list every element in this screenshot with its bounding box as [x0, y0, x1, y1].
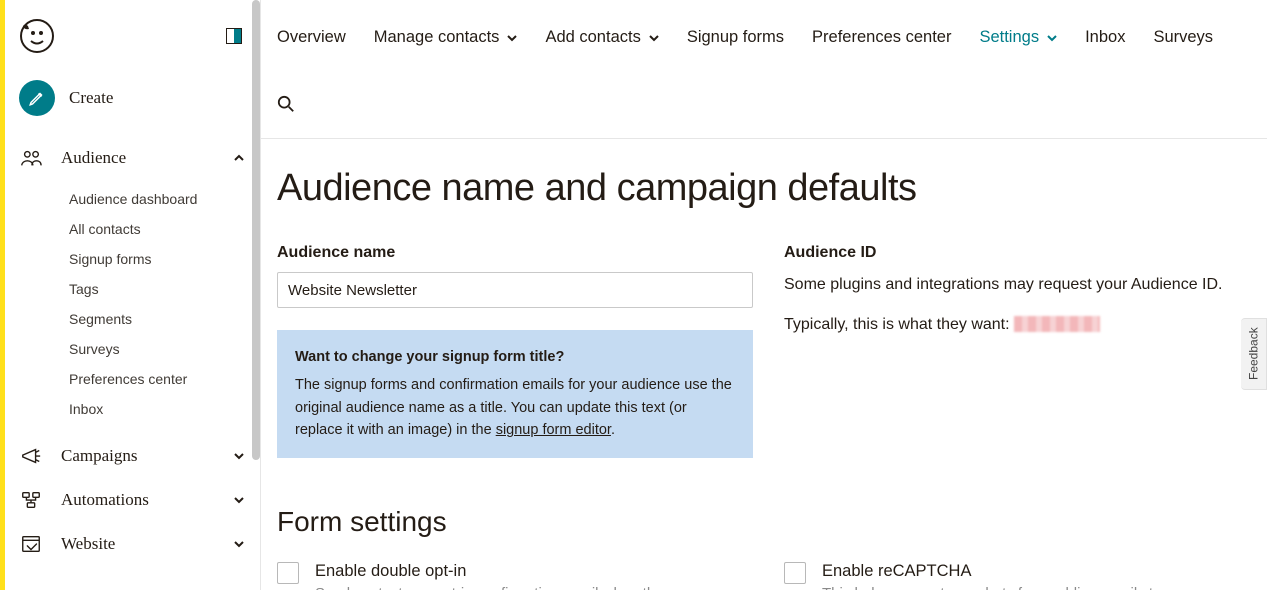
subnav-surveys[interactable]: Surveys	[5, 334, 260, 364]
tab-label: Add contacts	[545, 28, 640, 47]
feedback-tab[interactable]: Feedback	[1241, 318, 1267, 390]
nav-audience-label: Audience	[61, 148, 214, 168]
audience-id-redacted	[1014, 316, 1100, 332]
automations-icon	[19, 488, 43, 512]
nav-website-label: Website	[61, 534, 214, 554]
info-callout-text-end: .	[611, 422, 615, 438]
audience-name-label: Audience name	[277, 244, 736, 262]
subnav-inbox[interactable]: Inbox	[5, 394, 260, 424]
accent-stripe	[0, 0, 5, 590]
nav-automations[interactable]: Automations	[5, 478, 260, 522]
chevron-down-icon	[649, 33, 659, 43]
chevron-down-icon	[507, 33, 517, 43]
nav-audience-submenu: Audience dashboard All contacts Signup f…	[5, 180, 260, 434]
tab-label: Settings	[979, 28, 1039, 47]
recaptcha-desc: This helps prevent spambots from adding …	[822, 585, 1195, 590]
audience-id-text-2: Typically, this is what they want:	[784, 316, 1014, 333]
info-callout: Want to change your signup form title? T…	[277, 330, 753, 458]
nav-create[interactable]: Create	[5, 72, 260, 130]
info-callout-title: Want to change your signup form title?	[295, 346, 735, 368]
search-button[interactable]	[277, 95, 295, 138]
nav-audience[interactable]: Audience	[5, 136, 260, 180]
nav-campaigns-label: Campaigns	[61, 446, 214, 466]
double-opt-in-label: Enable double opt-in	[315, 562, 671, 581]
chevron-down-icon	[232, 537, 246, 551]
sidebar: Create Audience Audience dashboard All c…	[0, 0, 261, 590]
chevron-down-icon	[232, 449, 246, 463]
double-opt-in-desc: Send contacts an opt-in confirmation ema…	[315, 585, 671, 590]
tab-label: Manage contacts	[374, 28, 500, 47]
double-opt-in-checkbox[interactable]	[277, 562, 299, 584]
tab-label: Overview	[277, 28, 346, 47]
signup-form-editor-link[interactable]: signup form editor	[496, 422, 611, 438]
nav-automations-label: Automations	[61, 490, 214, 510]
chevron-down-icon	[1047, 33, 1057, 43]
website-icon	[19, 532, 43, 556]
tab-label: Preferences center	[812, 28, 951, 47]
audience-icon	[19, 146, 43, 170]
nav-campaigns[interactable]: Campaigns	[5, 434, 260, 478]
subnav-all-contacts[interactable]: All contacts	[5, 214, 260, 244]
tab-signup-forms[interactable]: Signup forms	[687, 28, 784, 67]
pencil-icon	[19, 80, 55, 116]
main-content: Overview Manage contacts Add contacts Si…	[261, 0, 1267, 590]
chevron-down-icon	[232, 493, 246, 507]
tab-inbox[interactable]: Inbox	[1085, 28, 1125, 67]
subnav-signup-forms[interactable]: Signup forms	[5, 244, 260, 274]
tab-label: Signup forms	[687, 28, 784, 47]
mailchimp-logo-icon[interactable]	[19, 18, 55, 54]
audience-id-label: Audience ID	[784, 244, 1243, 262]
megaphone-icon	[19, 444, 43, 468]
form-settings-heading: Form settings	[277, 506, 1243, 538]
nav-create-label: Create	[69, 88, 113, 108]
collapse-sidebar-icon[interactable]	[226, 28, 242, 44]
page-title: Audience name and campaign defaults	[277, 167, 1243, 210]
tab-manage-contacts[interactable]: Manage contacts	[374, 28, 518, 67]
tab-label: Surveys	[1153, 28, 1213, 47]
tab-overview[interactable]: Overview	[277, 28, 346, 67]
search-icon	[277, 95, 295, 118]
tab-surveys[interactable]: Surveys	[1153, 28, 1213, 67]
subnav-tags[interactable]: Tags	[5, 274, 260, 304]
audience-name-input[interactable]	[277, 272, 753, 308]
subnav-audience-dashboard[interactable]: Audience dashboard	[5, 184, 260, 214]
tab-add-contacts[interactable]: Add contacts	[545, 28, 658, 67]
nav-website[interactable]: Website	[5, 522, 260, 566]
recaptcha-checkbox[interactable]	[784, 562, 806, 584]
sidebar-scrollbar-thumb[interactable]	[252, 0, 260, 460]
tab-label: Inbox	[1085, 28, 1125, 47]
tab-preferences-center[interactable]: Preferences center	[812, 28, 951, 67]
top-nav: Overview Manage contacts Add contacts Si…	[261, 0, 1267, 139]
tab-settings[interactable]: Settings	[979, 28, 1057, 67]
recaptcha-label: Enable reCAPTCHA	[822, 562, 1195, 581]
audience-id-text-1: Some plugins and integrations may reques…	[784, 272, 1243, 298]
feedback-label: Feedback	[1247, 328, 1261, 381]
subnav-preferences-center[interactable]: Preferences center	[5, 364, 260, 394]
subnav-segments[interactable]: Segments	[5, 304, 260, 334]
chevron-up-icon	[232, 151, 246, 165]
